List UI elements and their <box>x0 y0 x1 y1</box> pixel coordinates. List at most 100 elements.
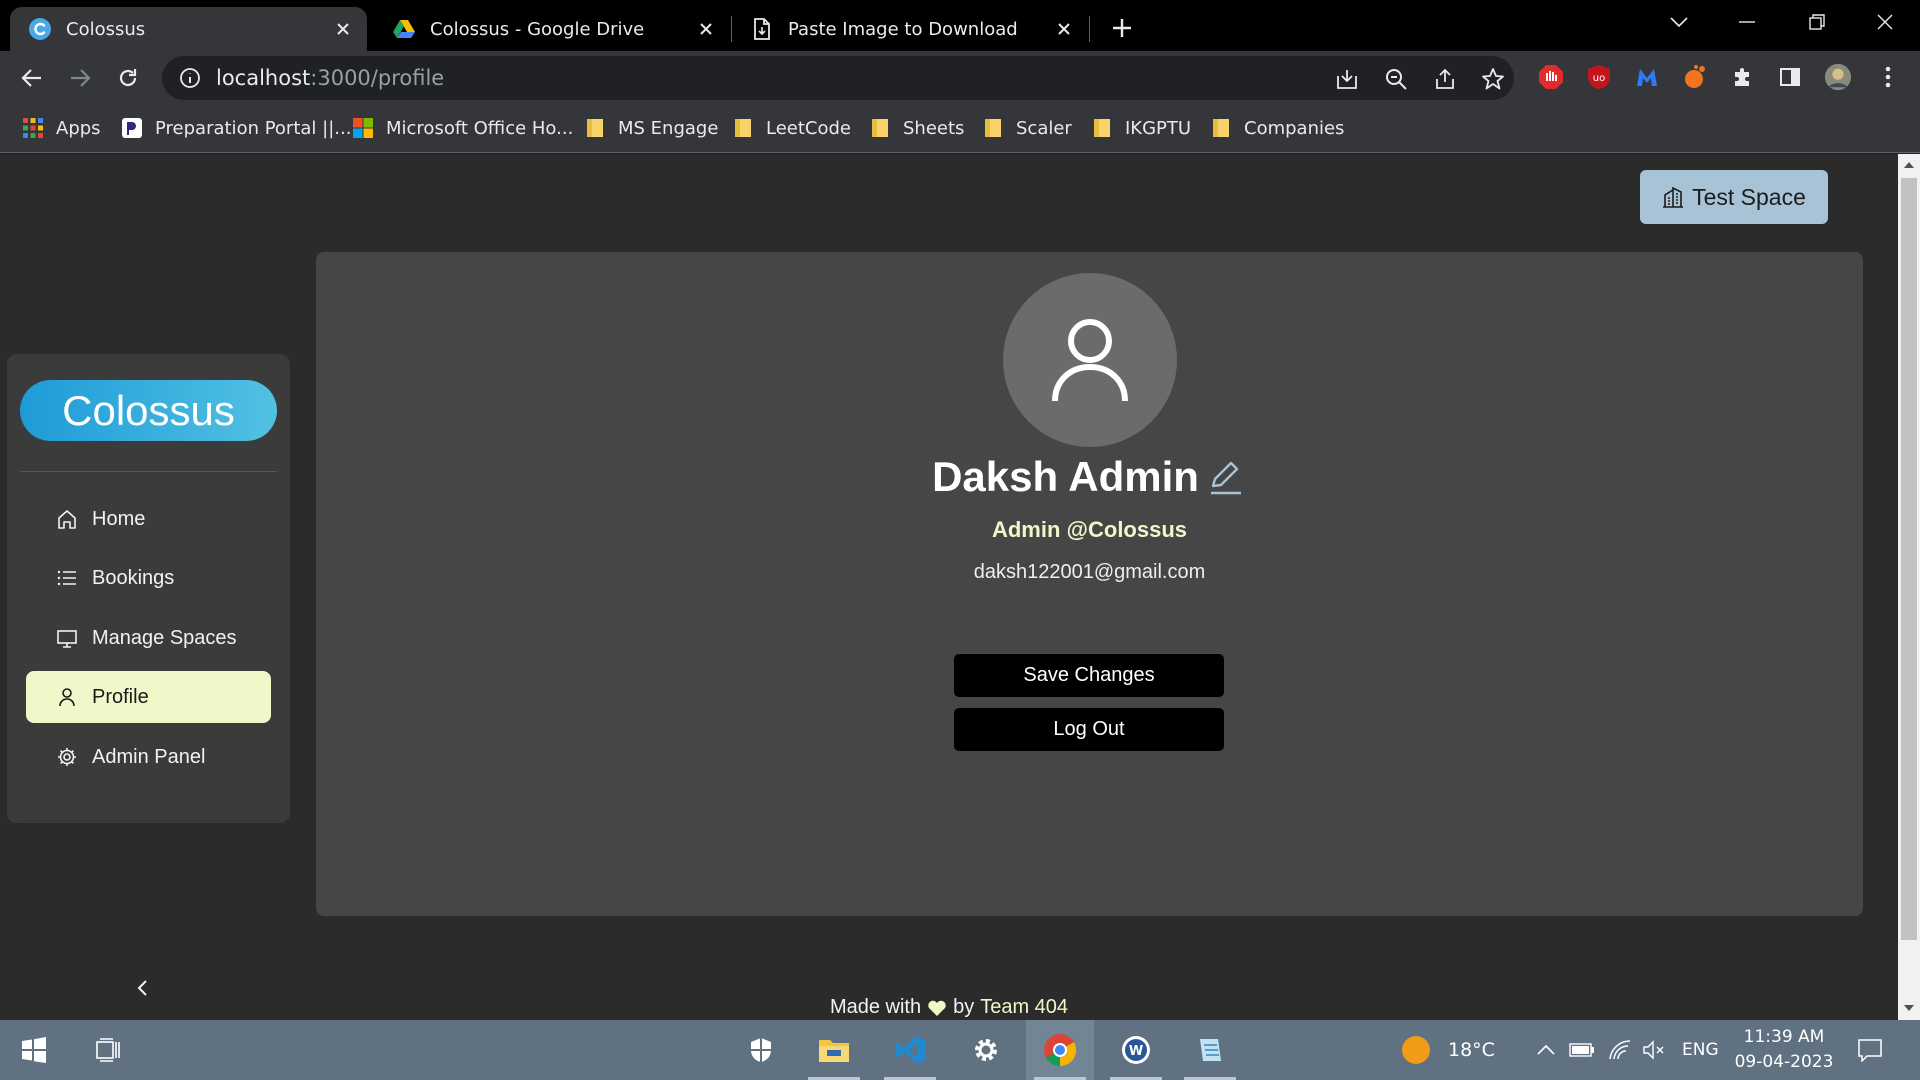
bookmark-folder-companies[interactable]: Companies <box>1210 114 1344 142</box>
forward-button[interactable] <box>60 58 100 98</box>
restore-button[interactable] <box>1782 0 1852 44</box>
bookmark-apps[interactable]: Apps <box>22 114 101 142</box>
vscode-icon <box>895 1036 925 1064</box>
tab-strip: Colossus Colossus - Google Drive Paste I… <box>0 0 1920 51</box>
zoom-icon[interactable] <box>1383 66 1409 92</box>
sidebar-item-home[interactable]: Home <box>26 493 271 545</box>
list-icon <box>57 570 76 586</box>
weather-sun-icon <box>1402 1036 1430 1064</box>
profile-avatar-icon[interactable] <box>1824 63 1852 91</box>
taskbar-security[interactable] <box>727 1020 795 1080</box>
folder-icon <box>1213 119 1229 137</box>
profile-role: Admin @Colossus <box>991 517 1188 542</box>
tab-colossus[interactable]: Colossus <box>10 7 367 51</box>
sidebar-item-admin-panel[interactable]: Admin Panel <box>26 731 271 783</box>
system-clock[interactable]: 11:39 AM 09-04-2023 <box>1734 1025 1834 1075</box>
bookmark-preparation-portal[interactable]: Preparation Portal ||... <box>121 114 351 142</box>
close-window-button[interactable] <box>1850 0 1920 44</box>
new-tab-button[interactable] <box>1104 10 1140 46</box>
orange-extension-icon[interactable] <box>1681 63 1709 91</box>
tab-paste-image[interactable]: Paste Image to Download <box>732 7 1088 51</box>
taskbar-chrome[interactable] <box>1026 1020 1094 1080</box>
ublock-extension-icon[interactable]: uo <box>1585 63 1613 91</box>
back-button[interactable] <box>12 58 52 98</box>
taskbar-file-explorer[interactable] <box>800 1020 868 1080</box>
monitor-icon <box>57 630 77 648</box>
bookmark-microsoft-office[interactable]: Microsoft Office Ho... <box>352 114 573 142</box>
bookmark-folder-ikgptu[interactable]: IKGPTU <box>1091 114 1191 142</box>
taskbar-word[interactable]: W <box>1102 1020 1170 1080</box>
folder-icon <box>1094 119 1110 137</box>
address-bar[interactable]: localhost:3000/profile <box>162 56 1514 100</box>
pencil-icon <box>1210 461 1241 495</box>
bookmark-label: Sheets <box>903 117 965 139</box>
bookmark-folder-ms-engage[interactable]: MS Engage <box>584 114 718 142</box>
close-tab-icon[interactable] <box>1048 13 1080 45</box>
sidebar-item-bookings[interactable]: Bookings <box>26 552 271 604</box>
taskbar-settings[interactable] <box>952 1020 1020 1080</box>
bookmark-label: IKGPTU <box>1125 117 1192 139</box>
sidebar-item-manage-spaces[interactable]: Manage Spaces <box>26 612 271 664</box>
user-icon <box>1052 319 1128 402</box>
minimize-icon <box>1739 21 1755 23</box>
bookmark-label: Microsoft Office Ho... <box>386 117 574 139</box>
minimize-button[interactable] <box>1712 0 1782 44</box>
sidebar-item-profile[interactable]: Profile <box>26 671 271 723</box>
tab-google-drive[interactable]: Colossus - Google Drive <box>374 7 730 51</box>
log-out-button[interactable]: Log Out <box>954 708 1224 751</box>
save-changes-button[interactable]: Save Changes <box>954 654 1224 697</box>
share-icon[interactable] <box>1432 66 1458 92</box>
apps-grid-icon <box>23 118 43 138</box>
gear-icon <box>58 748 76 766</box>
plus-icon <box>1113 19 1131 37</box>
bookmark-folder-leetcode[interactable]: LeetCode <box>732 114 851 142</box>
bookmark-label: Apps <box>56 117 101 139</box>
scroll-down-arrow[interactable] <box>1901 1000 1917 1016</box>
scrollbar-thumb[interactable] <box>1901 178 1917 940</box>
bookmark-folder-sheets[interactable]: Sheets <box>869 114 964 142</box>
input-language[interactable]: ENG <box>1682 1020 1719 1080</box>
bookmark-star-icon[interactable] <box>1480 66 1506 92</box>
scroll-up-arrow[interactable] <box>1901 157 1917 173</box>
close-tab-icon[interactable] <box>690 13 722 45</box>
volume-status[interactable] <box>1640 1036 1668 1064</box>
reload-button[interactable] <box>108 58 148 98</box>
profile-email: daksh122001@gmail.com <box>973 561 1206 583</box>
word-icon: W <box>1122 1036 1150 1064</box>
shield-icon <box>751 1038 771 1062</box>
bookmarks-bar: Apps Preparation Portal ||... Microsoft … <box>0 104 1920 153</box>
malwarebytes-extension-icon[interactable] <box>1633 63 1661 91</box>
side-panel-icon[interactable] <box>1776 63 1804 91</box>
brand-logo[interactable]: Colossus <box>20 380 277 441</box>
url-text[interactable]: localhost:3000/profile <box>216 66 444 90</box>
weather-widget[interactable]: 18°C <box>1402 1020 1495 1080</box>
show-hidden-icons-button[interactable] <box>1532 1036 1560 1064</box>
start-button[interactable] <box>0 1020 68 1080</box>
battery-status[interactable] <box>1568 1036 1596 1064</box>
url-path: :3000/profile <box>310 66 445 90</box>
notification-icon <box>1858 1039 1882 1062</box>
page-content: Test Space Colossus Home Bookings Manage… <box>0 154 1898 1020</box>
extensions-puzzle-icon[interactable] <box>1729 63 1757 91</box>
close-tab-icon[interactable] <box>327 13 359 45</box>
user-icon <box>59 688 75 707</box>
chrome-menu-icon[interactable] <box>1874 63 1902 91</box>
adblock-extension-icon[interactable] <box>1537 63 1565 91</box>
colossus-icon <box>29 18 51 40</box>
tab-title: Colossus - Google Drive <box>430 18 645 40</box>
notification-center-button[interactable] <box>1856 1036 1884 1064</box>
test-space-button[interactable]: Test Space <box>1640 170 1828 224</box>
edit-name-button[interactable] <box>1205 456 1247 498</box>
install-app-icon[interactable] <box>1334 66 1360 92</box>
footer-made-with: Made with <box>829 996 922 1018</box>
info-icon[interactable] <box>178 67 202 89</box>
bookmark-folder-scaler[interactable]: Scaler <box>982 114 1072 142</box>
tab-search-button[interactable] <box>1644 0 1714 44</box>
notepad-icon <box>1200 1039 1221 1061</box>
windows-taskbar: W 18°C ENG 11:39 AM 09-04-2023 <box>0 1020 1920 1080</box>
task-view-button[interactable] <box>74 1020 142 1080</box>
taskbar-notepad[interactable] <box>1176 1020 1244 1080</box>
folder-icon <box>587 119 603 137</box>
taskbar-vscode[interactable] <box>876 1020 944 1080</box>
network-status[interactable] <box>1606 1036 1634 1064</box>
